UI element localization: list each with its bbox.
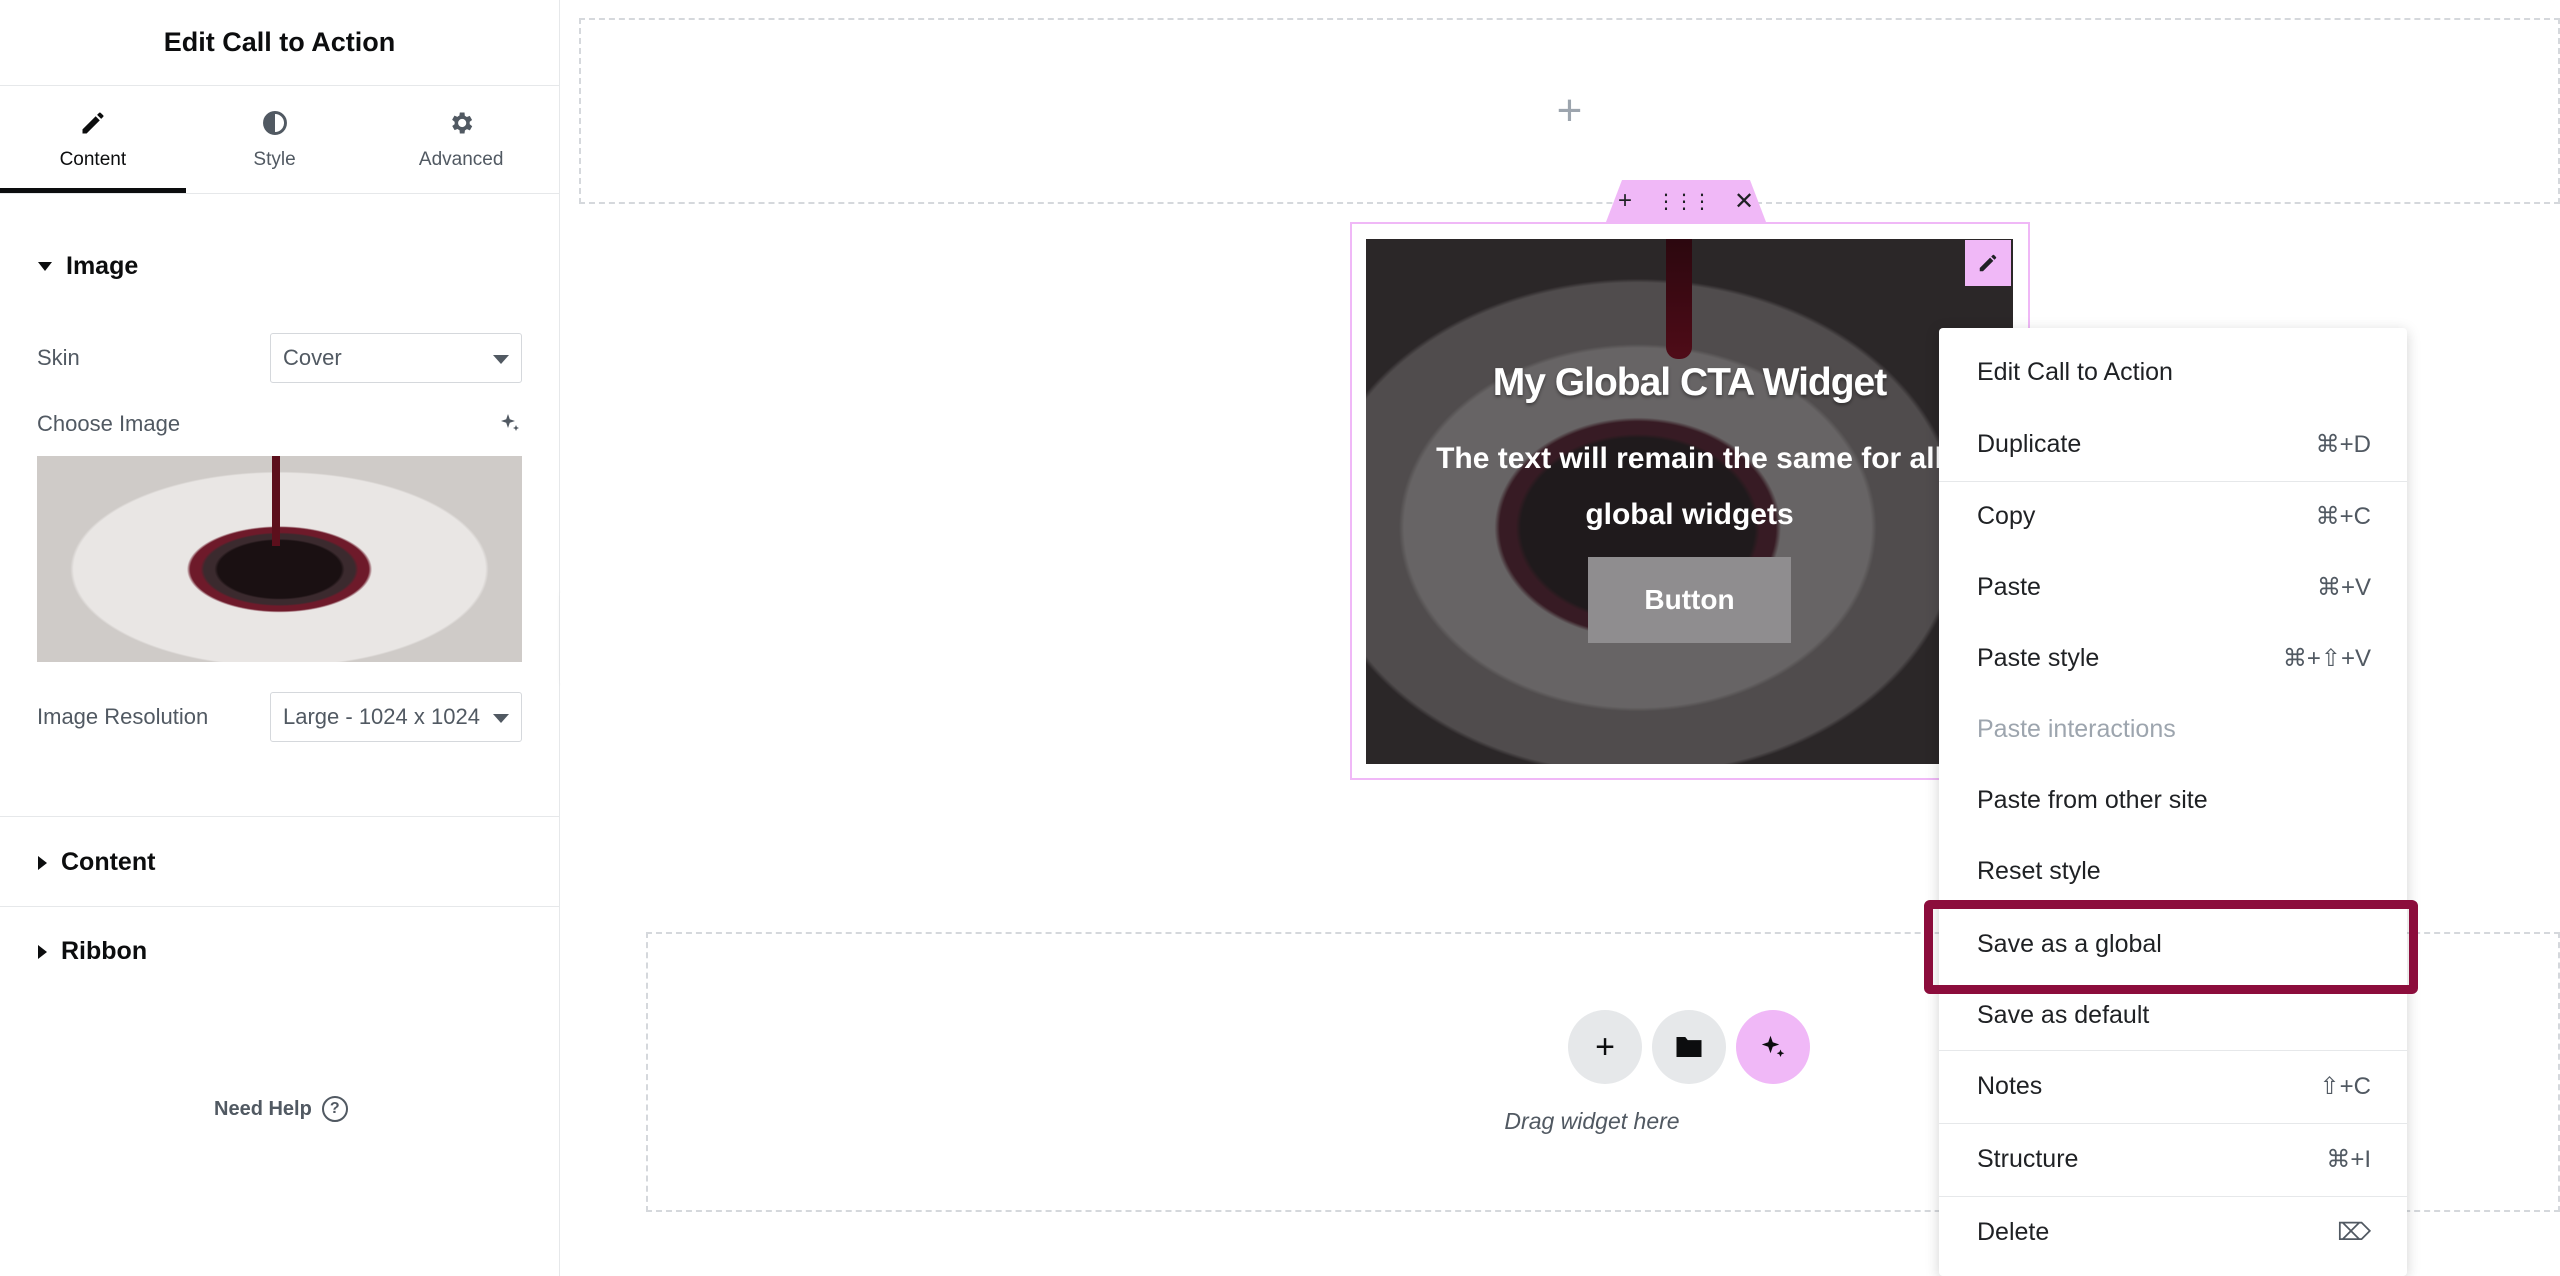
section-ribbon-toggle[interactable]: Ribbon [0,937,147,966]
menu-item-structure[interactable]: Structure ⌘+I [1939,1129,2407,1189]
section-content-label: Content [61,848,156,876]
caret-right-icon [38,944,47,959]
widget-handle-toolbar: + ⋮⋮⋮ ✕ [1606,180,1766,222]
menu-item-shortcut: ⌘+V [2316,573,2371,601]
divider [0,816,560,817]
menu-separator [1939,1050,2407,1051]
cta-title: My Global CTA Widget [1492,361,1887,404]
menu-item-shortcut: ⇧+C [2319,1072,2371,1100]
menu-item-delete[interactable]: Delete ⌦ [1939,1202,2407,1262]
folder-icon [1676,1037,1702,1057]
menu-item-label: Paste from other site [1977,785,2208,814]
delete-key-icon: ⌦ [2337,1218,2371,1246]
help-icon: ? [321,1096,348,1122]
menu-item-edit[interactable]: Edit Call to Action [1939,342,2407,402]
menu-item-label: Paste interactions [1977,714,2176,743]
menu-separator [1939,481,2407,482]
menu-item-shortcut: ⌘+C [2315,502,2371,530]
menu-item-label: Delete [1977,1217,2050,1246]
choose-image-label: Choose Image [37,411,181,436]
menu-item-reset-style[interactable]: Reset style [1939,841,2407,901]
panel-title: Edit Call to Action [163,27,396,57]
menu-separator [1939,1196,2407,1197]
menu-item-duplicate[interactable]: Duplicate ⌘+D [1939,414,2407,474]
menu-item-copy[interactable]: Copy ⌘+C [1939,486,2407,546]
pencil-icon [82,112,104,133]
context-menu: Edit Call to Action Duplicate ⌘+D Copy ⌘… [1939,328,2407,1276]
menu-item-label: Reset style [1977,856,2101,885]
pencil-icon [1979,254,1997,272]
need-help-link[interactable]: Need Help ? [214,1096,348,1122]
tab-content-label: Content [59,148,127,170]
ai-generate-button[interactable] [1736,1010,1810,1084]
section-image-toggle[interactable]: Image [0,252,138,281]
skin-select[interactable]: Cover [270,333,522,383]
section-ribbon-label: Ribbon [61,937,148,965]
tab-style-label: Style [253,148,296,170]
tab-advanced-label: Advanced [418,148,504,170]
editor-panel: Edit Call to Action Content Style Advanc… [0,0,560,1276]
drag-handle-icon[interactable]: ⋮⋮⋮ [1656,189,1712,214]
plus-icon: + [1556,86,1583,135]
menu-item-paste-interactions: Paste interactions [1939,699,2407,759]
menu-separator [1939,1123,2407,1124]
image-resolution-label: Image Resolution [37,704,209,729]
cta-button[interactable]: Button [1588,557,1791,643]
menu-item-label: Notes [1977,1071,2043,1100]
section-image-label: Image [66,252,139,280]
ai-sparkle-icon[interactable] [498,411,522,435]
plus-icon: + [1595,1027,1615,1066]
template-library-button[interactable] [1652,1010,1726,1084]
menu-item-label: Structure [1977,1144,2079,1173]
skin-select-value: Cover [283,345,342,370]
panel-header: Edit Call to Action [0,0,559,86]
close-icon[interactable]: ✕ [1734,187,1754,216]
edit-widget-button[interactable] [1965,240,2011,286]
menu-item-notes[interactable]: Notes ⇧+C [1939,1056,2407,1116]
call-to-action-widget[interactable]: My Global CTA Widget The text will remai… [1366,239,2013,764]
menu-item-label: Duplicate [1977,429,2082,458]
half-circle-icon [262,110,287,135]
menu-item-label: Paste style [1977,643,2100,672]
menu-item-paste[interactable]: Paste ⌘+V [1939,557,2407,617]
menu-item-label: Save as default [1977,1000,2150,1029]
menu-item-label: Edit Call to Action [1977,357,2173,386]
divider [0,906,560,907]
menu-item-save-as-default[interactable]: Save as default [1939,985,2407,1045]
menu-item-shortcut: ⌘+I [2326,1145,2371,1173]
menu-item-shortcut: ⌘+⇧+V [2282,644,2371,672]
gear-icon [452,112,473,133]
caret-down-icon [38,262,52,271]
skin-label: Skin [37,345,80,370]
image-resolution-value: Large - 1024 x 1024 [283,704,480,729]
dropdown-arrow-icon [493,355,509,364]
need-help-label: Need Help [214,1097,312,1120]
cta-description: The text will remain the same for all gl… [1436,442,1943,531]
menu-item-paste-style[interactable]: Paste style ⌘+⇧+V [1939,628,2407,688]
add-element-button[interactable]: + [1568,1010,1642,1084]
save-as-global-highlight [1924,900,2418,994]
section-content-toggle[interactable]: Content [0,848,155,877]
tab-content[interactable]: Content [0,86,186,193]
dropdown-arrow-icon [493,714,509,723]
add-section-area[interactable]: + [579,18,2560,204]
caret-right-icon [38,855,47,870]
image-resolution-select[interactable]: Large - 1024 x 1024 [270,692,522,742]
menu-item-paste-from-other-site[interactable]: Paste from other site [1939,770,2407,830]
menu-item-label: Paste [1977,572,2041,601]
drag-widget-hint: Drag widget here [1504,1108,1680,1134]
menu-item-shortcut: ⌘+D [2315,430,2371,458]
add-icon[interactable]: + [1618,187,1632,215]
image-preview-drip [272,456,280,546]
tab-style[interactable]: Style [186,86,364,193]
ai-sparkle-icon [1761,1035,1785,1057]
image-preview[interactable] [37,456,522,662]
menu-item-label: Copy [1977,501,2036,530]
panel-tabs: Content Style Advanced [0,86,559,194]
tab-advanced[interactable]: Advanced [363,86,559,193]
